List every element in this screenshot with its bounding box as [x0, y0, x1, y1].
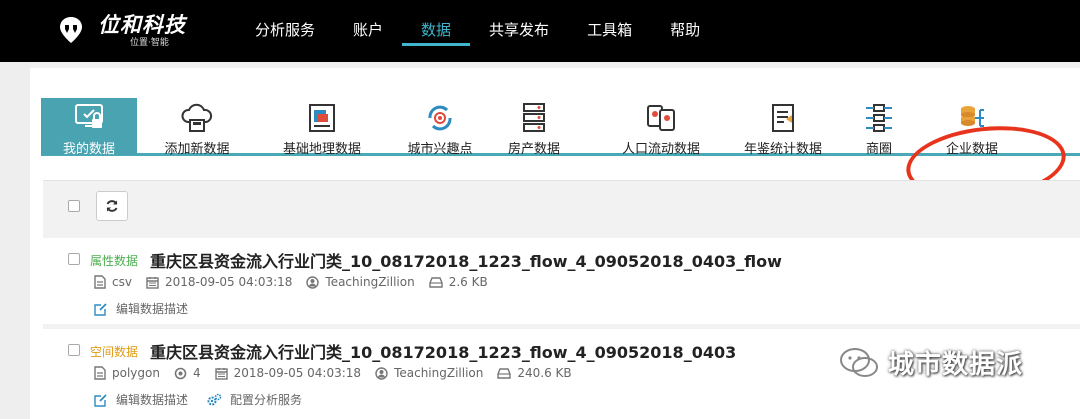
edit-description-link[interactable]: 编辑数据描述	[94, 391, 188, 408]
tab-label: 商圈	[865, 142, 892, 157]
hard-drive-icon	[497, 367, 512, 379]
tab-business-district[interactable]: 商圈	[849, 98, 909, 157]
tab-label: 城市兴趣点	[407, 142, 473, 157]
item-meta: csv 2018-09-05 04:03:18 TeachingZillion …	[94, 275, 502, 289]
nav-help[interactable]: 帮助	[651, 0, 719, 62]
top-navbar: 位和科技 位置·智能 分析服务 账户 数据 共享发布 工具箱 帮助	[0, 0, 1080, 62]
tab-label: 基础地理数据	[282, 142, 361, 157]
nav-account[interactable]: 账户	[334, 0, 402, 62]
data-list: 属性数据 重庆区县资金流入行业门类_10_08172018_1223_flow_…	[43, 180, 1080, 419]
refresh-button[interactable]	[96, 191, 128, 221]
tab-label: 添加新数据	[164, 142, 230, 157]
edit-description-label: 编辑数据描述	[116, 302, 189, 316]
edit-icon	[94, 393, 107, 407]
nav-toolbox[interactable]: 工具箱	[568, 0, 651, 62]
nav-data[interactable]: 数据	[402, 0, 471, 62]
monitor-lock-icon	[72, 102, 106, 134]
cloud-upload-icon	[180, 102, 214, 134]
configure-service-link[interactable]: 配置分析服务	[206, 391, 302, 408]
target-refresh-icon	[423, 102, 457, 134]
item-feature-count: 4	[192, 366, 201, 380]
item-size: 240.6 KB	[517, 366, 572, 380]
item-owner: TeachingZillion	[325, 275, 415, 289]
tab-basic-geo-data[interactable]: 基础地理数据	[265, 98, 379, 157]
tab-population-flow-data[interactable]: 人口流动数据	[602, 98, 720, 157]
wechat-icon	[840, 347, 878, 377]
item-title[interactable]: 重庆区县资金流入行业门类_10_08172018_1223_flow_4_090…	[150, 339, 736, 363]
map-document-icon	[305, 102, 339, 134]
configure-service-label: 配置分析服务	[230, 393, 303, 407]
item-checkbox[interactable]	[68, 344, 80, 356]
tab-label: 房产数据	[507, 142, 560, 157]
tab-city-poi[interactable]: 城市兴趣点	[393, 98, 487, 157]
select-all-checkbox[interactable]	[68, 200, 80, 212]
brand-logo[interactable]: 位和科技 位置·智能	[56, 12, 186, 50]
tab-my-data[interactable]: 我的数据	[41, 98, 137, 157]
target-icon	[174, 367, 187, 379]
user-icon	[306, 275, 320, 289]
left-gutter	[0, 62, 30, 419]
nav-share-publish[interactable]: 共享发布	[470, 0, 568, 62]
type-tag: 属性数据	[90, 254, 139, 268]
edit-description-link[interactable]: 编辑数据描述	[94, 300, 188, 317]
item-title[interactable]: 重庆区县资金流入行业门类_10_08172018_1223_flow_4_090…	[150, 248, 782, 272]
nav-analysis-services[interactable]: 分析服务	[236, 0, 334, 62]
type-tag: 空间数据	[90, 345, 139, 359]
tab-label: 我的数据	[62, 142, 115, 157]
tab-add-new-data[interactable]: 添加新数据	[151, 98, 243, 157]
item-datetime: 2018-09-05 04:03:18	[164, 275, 293, 289]
tab-label: 人口流动数据	[621, 142, 700, 157]
calendar-icon	[214, 367, 228, 380]
brand-tagline: 位置·智能	[130, 38, 169, 48]
edit-icon	[94, 302, 107, 316]
list-item: 属性数据 重庆区县资金流入行业门类_10_08172018_1223_flow_…	[43, 238, 1080, 324]
item-format: csv	[112, 275, 132, 289]
tab-yearbook-stats-data[interactable]: 年鉴统计数据	[727, 98, 839, 157]
hard-drive-icon	[429, 276, 443, 288]
item-owner: TeachingZillion	[394, 366, 484, 380]
gears-icon	[207, 393, 222, 405]
item-size: 2.6 KB	[448, 275, 488, 289]
brand-name: 位和科技	[98, 13, 186, 37]
item-actions: 编辑数据描述 配置分析服务	[94, 391, 320, 408]
item-format: polygon	[112, 366, 160, 380]
item-checkbox[interactable]	[68, 253, 80, 265]
refresh-icon	[106, 200, 118, 212]
yearbook-icon	[766, 102, 800, 134]
edit-description-label: 编辑数据描述	[116, 393, 189, 407]
user-icon	[375, 366, 388, 380]
watermark: 城市数据派	[838, 344, 1023, 381]
item-actions: 编辑数据描述	[94, 300, 206, 317]
location-pin-icon	[56, 15, 86, 45]
tab-real-estate-data[interactable]: 房产数据	[494, 98, 574, 157]
file-icon	[94, 366, 106, 380]
file-icon	[94, 275, 106, 289]
item-datetime: 2018-09-05 04:03:18	[233, 366, 362, 380]
list-toolbar	[43, 181, 1080, 238]
tab-label: 年鉴统计数据	[743, 142, 822, 157]
main-nav: 分析服务 账户 数据 共享发布 工具箱 帮助	[236, 0, 719, 62]
watermark-text: 城市数据派	[888, 350, 1024, 380]
server-stack-icon	[517, 102, 551, 134]
network-grid-icon	[862, 102, 896, 134]
item-meta: polygon 4 2018-09-05 04:03:18 TeachingZi…	[94, 366, 586, 380]
calendar-icon	[146, 276, 159, 289]
people-cards-icon	[644, 102, 678, 134]
